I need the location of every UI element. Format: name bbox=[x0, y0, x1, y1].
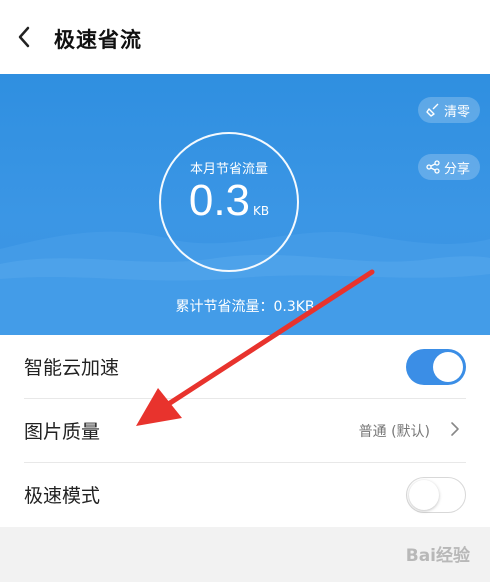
month-savings-number: 0.3 bbox=[188, 176, 251, 225]
settings-list: 智能云加速 图片质量 普通 (默认) 极速模式 bbox=[0, 335, 490, 527]
clear-label: 清零 bbox=[443, 104, 470, 120]
setting-row-speed-mode[interactable]: 极速模式 bbox=[0, 463, 490, 527]
setting-row-smart-cloud-accel[interactable]: 智能云加速 bbox=[0, 335, 490, 399]
toggle-knob bbox=[433, 352, 463, 382]
clear-button[interactable]: 清零 bbox=[417, 97, 480, 123]
total-savings-text: 累计节省流量：0.3KB bbox=[175, 299, 315, 315]
toggle-knob bbox=[409, 480, 439, 510]
page-title: 极速省流 bbox=[54, 28, 142, 52]
top-bar: 极速省流 bbox=[0, 0, 490, 74]
setting-row-image-quality[interactable]: 图片质量 普通 (默认) bbox=[0, 399, 490, 463]
image-quality-value: 普通 (默认) bbox=[358, 424, 430, 440]
watermark: Bai经验 bbox=[405, 546, 470, 566]
setting-label: 图片质量 bbox=[24, 421, 101, 443]
broom-icon bbox=[426, 103, 439, 117]
share-button[interactable]: 分享 bbox=[417, 154, 480, 180]
back-button[interactable] bbox=[10, 20, 38, 54]
speed-mode-toggle[interactable] bbox=[406, 477, 466, 513]
month-savings-unit: KB bbox=[253, 204, 270, 218]
setting-label: 智能云加速 bbox=[24, 357, 120, 379]
month-savings-value: 0.3 KB bbox=[161, 176, 297, 226]
savings-circle: 本月节省流量 0.3 KB bbox=[159, 132, 299, 272]
share-label: 分享 bbox=[443, 161, 470, 177]
month-savings-label: 本月节省流量 bbox=[189, 162, 268, 177]
chevron-right-icon bbox=[451, 422, 459, 436]
chevron-left-icon bbox=[18, 26, 30, 48]
share-icon bbox=[426, 160, 440, 174]
smart-cloud-accel-toggle[interactable] bbox=[406, 349, 466, 385]
savings-banner: 本月节省流量 0.3 KB 清零 分享 累计节省流量：0.3KB bbox=[0, 74, 490, 335]
setting-label: 极速模式 bbox=[24, 485, 101, 507]
